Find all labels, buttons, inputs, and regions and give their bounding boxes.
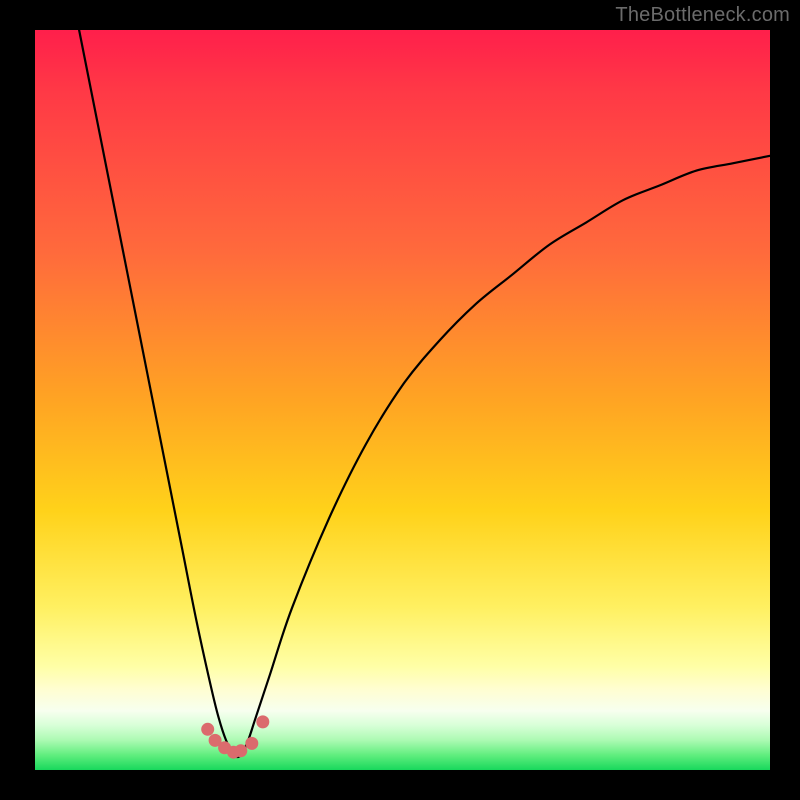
curve-layer (35, 30, 770, 770)
marker-dot (245, 737, 258, 750)
marker-dot (256, 715, 269, 728)
highlight-markers (201, 715, 269, 758)
attribution-label: TheBottleneck.com (615, 4, 790, 27)
marker-dot (201, 723, 214, 736)
chart-frame: TheBottleneck.com (0, 0, 800, 800)
marker-dot (234, 744, 247, 757)
plot-area (35, 30, 770, 770)
bottleneck-curve (79, 30, 770, 757)
